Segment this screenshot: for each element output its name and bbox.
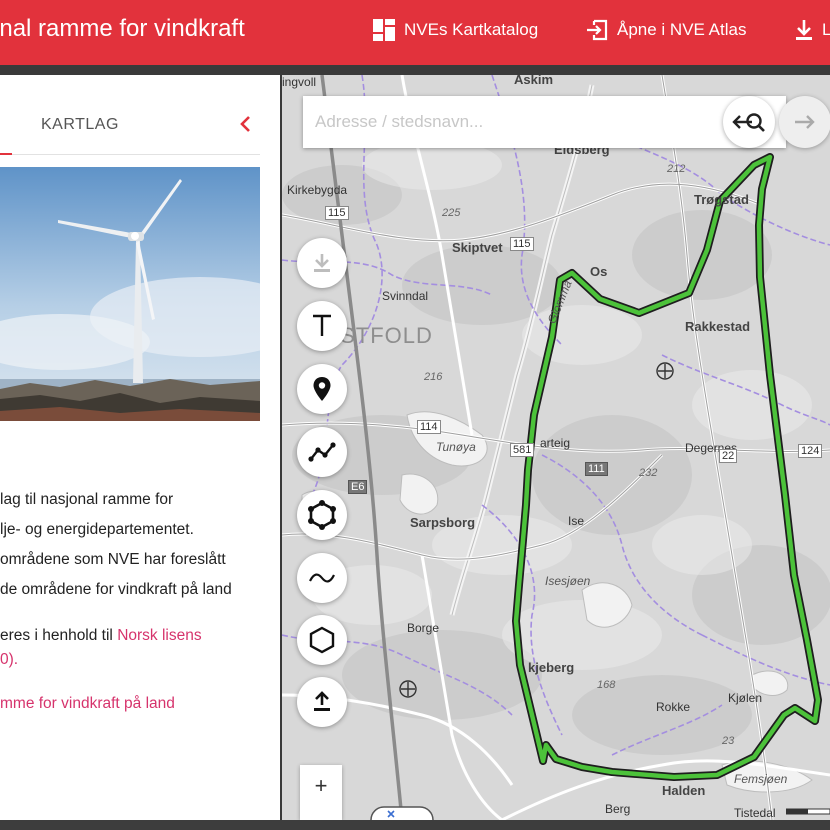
- grid-icon: [373, 19, 395, 41]
- map-label-kjolen: Kjølen: [728, 691, 763, 705]
- marker-icon: [313, 377, 331, 401]
- freehand-icon: [309, 573, 335, 583]
- map-label-arteig: arteig: [540, 436, 571, 450]
- map-elev-212: 212: [667, 163, 686, 175]
- map-label-tistedal: Tistedal: [734, 806, 776, 820]
- kartkatalog-button[interactable]: NVEs Kartkatalog: [372, 18, 538, 42]
- map-elev-23: 23: [722, 735, 735, 747]
- map-road-22: 22: [719, 449, 738, 463]
- zoom-in-button[interactable]: +: [300, 765, 342, 807]
- scale-bar: [786, 808, 830, 815]
- map-road-114: 114: [417, 420, 441, 434]
- tool-text-button[interactable]: [297, 301, 347, 351]
- desc-line-4: de områdene for vindkraft på land: [0, 581, 232, 598]
- address-search: [303, 96, 786, 148]
- tool-upload-button[interactable]: [297, 677, 347, 727]
- map-road-581: 581: [510, 443, 535, 457]
- framework-link[interactable]: mme for vindkraft på land: [0, 689, 175, 719]
- map-label-isesjoen: Isesjøen: [545, 574, 591, 588]
- map-label-ingvoll: ingvoll: [282, 75, 317, 89]
- app-title: onal ramme for vindkraft: [0, 15, 245, 42]
- upload-icon: [314, 691, 330, 711]
- hexagon-icon: [309, 626, 335, 654]
- download-icon: [796, 20, 812, 40]
- active-tab-indicator: [0, 153, 12, 155]
- map-label-tunoya: Tunøya: [436, 440, 476, 454]
- download-icon: [314, 254, 330, 272]
- map-road-115: 115: [325, 206, 349, 220]
- tool-polygon-button[interactable]: [297, 490, 347, 540]
- license-suffix: 0).: [0, 651, 19, 668]
- map-elev-225: 225: [442, 207, 461, 219]
- desc-line-2: lje- og energidepartementet.: [0, 521, 194, 538]
- map-road-e6: E6: [348, 480, 368, 494]
- map-label-femsjoen: Femsjøen: [734, 772, 788, 786]
- map-label-svinndal: Svinndal: [382, 289, 429, 303]
- search-back-button[interactable]: [723, 96, 775, 148]
- collapse-panel-icon[interactable]: [236, 113, 256, 135]
- map-label-trogstad: Trøgstad: [694, 192, 749, 207]
- search-forward-button[interactable]: [779, 96, 830, 148]
- download-header-button[interactable]: La: [794, 18, 830, 42]
- license-link[interactable]: Norsk lisens: [117, 627, 201, 644]
- map-label-berg: Berg: [605, 802, 631, 816]
- map-label-halden: Halden: [662, 783, 706, 798]
- layer-panel: KARTLAG lag til nasjonal ramme for lje- …: [0, 75, 280, 820]
- map-elev-168: 168: [597, 679, 616, 691]
- bottom-strip: [0, 820, 830, 830]
- layer-switch-icon[interactable]: [370, 803, 434, 820]
- map-label-skjeberg: kjeberg: [528, 660, 575, 675]
- map-label-rakkestad: Rakkestad: [685, 319, 751, 334]
- map-label-ise: Ise: [568, 514, 585, 528]
- tool-marker-button[interactable]: [297, 364, 347, 414]
- tool-hexagon-button[interactable]: [297, 615, 347, 665]
- search-back-icon: [732, 113, 765, 132]
- map-road-111: 111: [585, 462, 608, 476]
- tool-download-button[interactable]: [297, 238, 347, 288]
- open-in-icon: [587, 19, 608, 41]
- panel-tabs: KARTLAG: [0, 75, 260, 155]
- app-header: onal ramme for vindkraft NVEs Kartkatalo…: [0, 0, 830, 65]
- map-elev-232: 232: [639, 467, 658, 479]
- map-label-borge: Borge: [407, 621, 440, 635]
- map-elev-216: 216: [424, 371, 443, 383]
- map-label-skiptvet: Skiptvet: [452, 240, 503, 255]
- address-search-input[interactable]: [315, 110, 715, 134]
- tab-kartlag[interactable]: KARTLAG: [41, 116, 119, 134]
- map-label-sarpsborg: Sarpsborg: [410, 515, 476, 530]
- map-label-kirkebygda: Kirkebygda: [287, 183, 348, 197]
- tool-freehand-button[interactable]: [297, 553, 347, 603]
- map-view[interactable]: ingvoll Askim Eidsberg Kirkebygda 115 22…: [282, 75, 830, 820]
- desc-line-1: lag til nasjonal ramme for: [0, 491, 174, 508]
- open-in-atlas-button[interactable]: Åpne i NVE Atlas: [585, 18, 746, 42]
- map-label-askim: Askim: [514, 75, 554, 87]
- text-icon: [313, 314, 331, 336]
- map-label-os: Os: [590, 264, 608, 279]
- polygon-icon: [308, 500, 336, 530]
- polyline-icon: [308, 442, 336, 462]
- zoom-control: +: [300, 765, 342, 820]
- tool-polyline-button[interactable]: [297, 427, 347, 477]
- map-road-115b: 115: [510, 237, 534, 251]
- arrow-right-icon: [795, 115, 815, 129]
- license-prefix: eres i henhold til: [0, 627, 118, 644]
- download-header-label: La: [822, 20, 830, 39]
- kartkatalog-label: NVEs Kartkatalog: [404, 20, 539, 39]
- open-in-atlas-label: Åpne i NVE Atlas: [617, 20, 747, 39]
- wind-turbine-photo: [0, 167, 260, 421]
- map-label-rokke: Rokke: [656, 700, 691, 714]
- map-road-124: 124: [798, 444, 823, 458]
- license-line: eres i henhold til Norsk lisens: [0, 621, 202, 651]
- desc-line-3: områdene som NVE har foreslått: [0, 551, 226, 568]
